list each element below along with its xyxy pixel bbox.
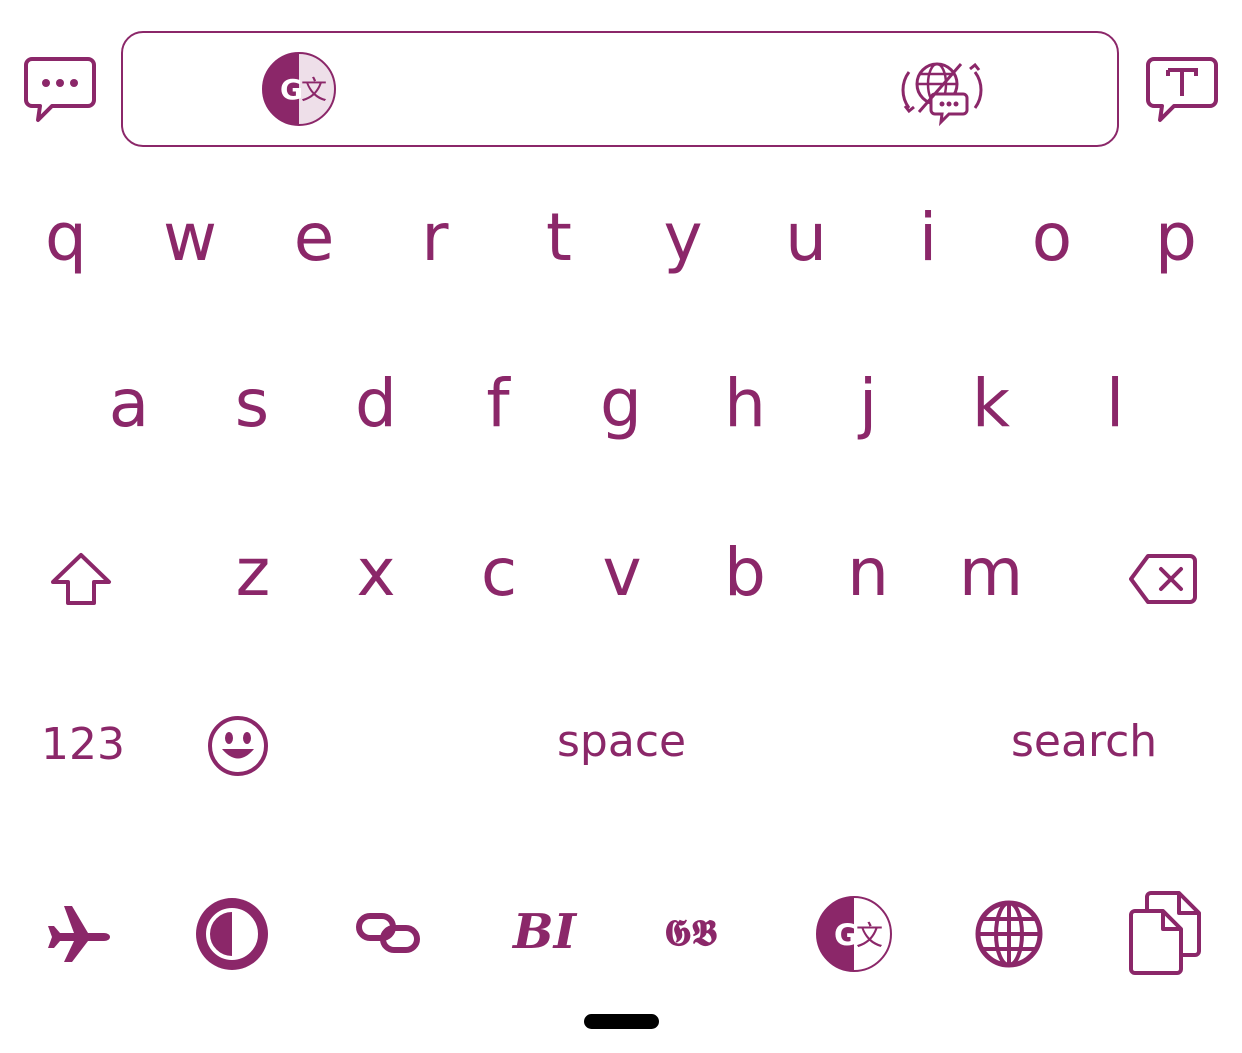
key-a[interactable]: a bbox=[89, 364, 169, 444]
gothic-font-label: 𝕲𝕭 bbox=[664, 912, 718, 954]
emoji-icon[interactable] bbox=[206, 714, 270, 778]
key-t[interactable]: t bbox=[519, 198, 599, 278]
key-r[interactable]: r bbox=[395, 198, 475, 278]
key-v[interactable]: v bbox=[582, 533, 662, 613]
key-c[interactable]: c bbox=[459, 533, 539, 613]
key-s[interactable]: s bbox=[212, 364, 292, 444]
key-p[interactable]: p bbox=[1136, 198, 1216, 278]
copy-icon[interactable] bbox=[1127, 889, 1203, 977]
google-translate-icon[interactable]: G 文 bbox=[261, 51, 337, 127]
airplane-icon[interactable] bbox=[46, 902, 112, 964]
key-o[interactable]: o bbox=[1012, 198, 1092, 278]
key-y[interactable]: y bbox=[643, 198, 723, 278]
key-g[interactable]: g bbox=[581, 364, 661, 444]
globe-icon[interactable] bbox=[974, 899, 1044, 969]
key-m[interactable]: m bbox=[951, 533, 1031, 613]
key-z[interactable]: z bbox=[213, 533, 293, 613]
numbers-key[interactable]: 123 bbox=[41, 720, 125, 770]
chat-bubble-dots-icon[interactable] bbox=[24, 56, 96, 124]
contrast-icon[interactable] bbox=[194, 896, 270, 972]
key-i[interactable]: i bbox=[888, 198, 968, 278]
svg-text:G: G bbox=[280, 73, 303, 106]
backspace-icon[interactable] bbox=[1128, 553, 1198, 605]
key-k[interactable]: k bbox=[951, 364, 1031, 444]
key-h[interactable]: h bbox=[705, 364, 785, 444]
key-b[interactable]: b bbox=[705, 533, 785, 613]
key-u[interactable]: u bbox=[766, 198, 846, 278]
key-f[interactable]: f bbox=[458, 364, 538, 444]
svg-text:文: 文 bbox=[301, 76, 327, 106]
shift-icon[interactable] bbox=[50, 552, 112, 606]
globe-chat-translate-icon[interactable] bbox=[897, 54, 987, 126]
bold-italic-label: BI bbox=[513, 904, 577, 960]
key-l[interactable]: l bbox=[1075, 364, 1155, 444]
google-translate-icon[interactable]: G 文 bbox=[815, 895, 893, 973]
key-w[interactable]: w bbox=[150, 198, 230, 278]
home-indicator bbox=[584, 1014, 659, 1029]
bold-italic-icon[interactable]: BI bbox=[513, 904, 585, 960]
search-key[interactable]: search bbox=[1011, 717, 1157, 767]
gothic-font-icon[interactable]: 𝕲𝕭 bbox=[664, 908, 736, 958]
key-q[interactable]: q bbox=[26, 198, 106, 278]
link-icon[interactable] bbox=[356, 912, 420, 954]
key-x[interactable]: x bbox=[336, 533, 416, 613]
space-key[interactable]: space bbox=[557, 717, 686, 767]
key-n[interactable]: n bbox=[828, 533, 908, 613]
svg-text:G: G bbox=[834, 918, 858, 952]
svg-text:文: 文 bbox=[856, 921, 883, 952]
key-j[interactable]: j bbox=[828, 364, 908, 444]
text-bubble-icon[interactable] bbox=[1146, 56, 1218, 124]
key-d[interactable]: d bbox=[336, 364, 416, 444]
key-e[interactable]: e bbox=[274, 198, 354, 278]
